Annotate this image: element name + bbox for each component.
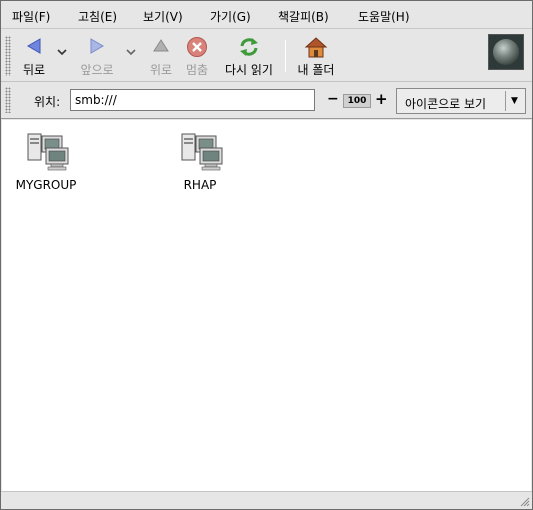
menubar: 파일(F) 고침(E) 보기(V) 가기(G) 책갈피(B) 도움말(H) — [1, 1, 532, 29]
back-label: 뒤로 — [22, 63, 46, 77]
stop-icon — [187, 37, 207, 57]
reload-icon — [240, 38, 258, 56]
file-manager-window: 파일(F) 고침(E) 보기(V) 가기(G) 책갈피(B) 도움말(H) 뒤로… — [0, 0, 533, 510]
forward-arrow-icon — [90, 38, 104, 54]
menu-go[interactable]: 가기(G) — [210, 8, 251, 25]
forward-history-dropdown-icon[interactable] — [126, 48, 136, 59]
dropdown-arrow-icon: ▼ — [505, 91, 523, 111]
forward-button[interactable]: 앞으로 — [73, 30, 121, 82]
network-item-label: MYGROUP — [15, 178, 77, 192]
menu-file[interactable]: 파일(F) — [12, 8, 50, 25]
toolbar-separator — [285, 40, 286, 72]
menu-edit[interactable]: 고침(E) — [78, 8, 117, 25]
toolbar: 뒤로 앞으로 위로 멈춤 다시 읽기 내 폴더 — [1, 30, 532, 82]
stop-label: 멈춤 — [185, 63, 209, 77]
reload-label: 다시 읽기 — [225, 63, 273, 77]
network-item-label: RHAP — [183, 178, 217, 192]
up-arrow-icon — [153, 39, 169, 52]
network-item-mygroup[interactable]: MYGROUP — [6, 132, 86, 192]
location-label: 위치: — [34, 95, 61, 109]
icon-view[interactable]: MYGROUP RHAP — [2, 120, 531, 491]
back-history-dropdown-icon[interactable] — [57, 48, 67, 59]
up-button[interactable]: 위로 — [145, 30, 177, 82]
location-bar: 위치: − 100 + 아이콘으로 보기 ▼ — [1, 83, 532, 119]
toolbar-grip[interactable] — [5, 36, 11, 76]
network-item-rhap[interactable]: RHAP — [160, 132, 240, 192]
menu-help[interactable]: 도움말(H) — [358, 8, 410, 25]
home-icon — [304, 37, 328, 58]
view-mode-value: 아이콘으로 보기 — [405, 97, 487, 111]
resize-grip-icon[interactable] — [518, 495, 530, 507]
reload-button[interactable]: 다시 읽기 — [218, 30, 280, 82]
zoom-out-button[interactable]: − — [327, 91, 339, 107]
menu-view[interactable]: 보기(V) — [143, 8, 183, 25]
network-workgroup-icon — [176, 132, 224, 172]
home-button[interactable]: 내 폴더 — [291, 30, 341, 82]
up-label: 위로 — [149, 63, 173, 77]
menu-bookmarks[interactable]: 책갈피(B) — [278, 8, 329, 25]
back-button[interactable]: 뒤로 — [15, 30, 53, 82]
back-arrow-icon — [27, 38, 41, 54]
activity-throbber — [488, 34, 524, 70]
forward-label: 앞으로 — [80, 63, 114, 77]
throbber-orb-icon — [493, 39, 519, 65]
location-bar-grip[interactable] — [5, 87, 11, 113]
status-bar — [1, 491, 532, 509]
network-workgroup-icon — [22, 132, 70, 172]
home-label: 내 폴더 — [297, 63, 335, 77]
stop-button[interactable]: 멈춤 — [181, 30, 213, 82]
location-input[interactable] — [70, 89, 315, 111]
view-mode-select[interactable]: 아이콘으로 보기 ▼ — [396, 88, 526, 114]
zoom-level-button[interactable]: 100 — [343, 94, 371, 108]
zoom-in-button[interactable]: + — [375, 90, 388, 108]
